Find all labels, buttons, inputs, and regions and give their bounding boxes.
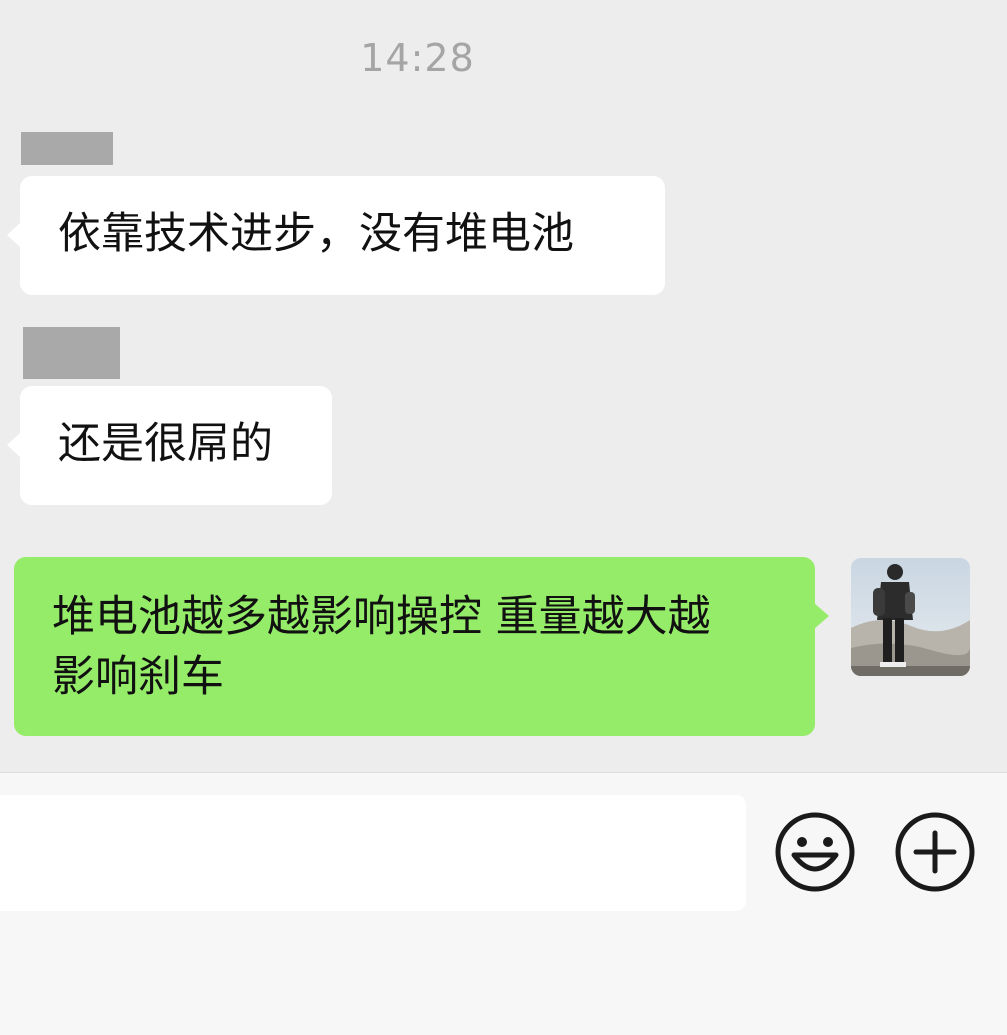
chat-area: 14:28 依靠技术进步，没有堆电池 还是很屌的 堆电池越多越影响操控 重量越大… (0, 0, 1007, 772)
avatar-photo (851, 558, 970, 676)
emoji-smile-icon (775, 812, 855, 892)
more-options-button[interactable] (894, 811, 976, 893)
message-text-line: 影响刹车 (52, 652, 224, 702)
sender-name-redacted (23, 327, 120, 379)
message-timestamp: 14:28 (360, 36, 475, 80)
message-input[interactable] (0, 795, 746, 911)
emoji-button[interactable] (774, 811, 856, 893)
input-bar (0, 772, 1007, 1035)
message-text-line: 堆电池越多越影响操控 重量越大越 (52, 592, 711, 642)
message-text: 还是很屌的 (58, 419, 273, 469)
outgoing-message-bubble[interactable]: 堆电池越多越影响操控 重量越大越 影响刹车 (14, 557, 829, 736)
sender-name-redacted (21, 132, 113, 165)
incoming-message-bubble[interactable]: 依靠技术进步，没有堆电池 (7, 176, 665, 295)
message-text: 依靠技术进步，没有堆电池 (58, 209, 574, 259)
avatar[interactable] (851, 558, 970, 676)
incoming-message-bubble[interactable]: 还是很屌的 (7, 386, 332, 505)
plus-circle-icon (895, 812, 975, 892)
